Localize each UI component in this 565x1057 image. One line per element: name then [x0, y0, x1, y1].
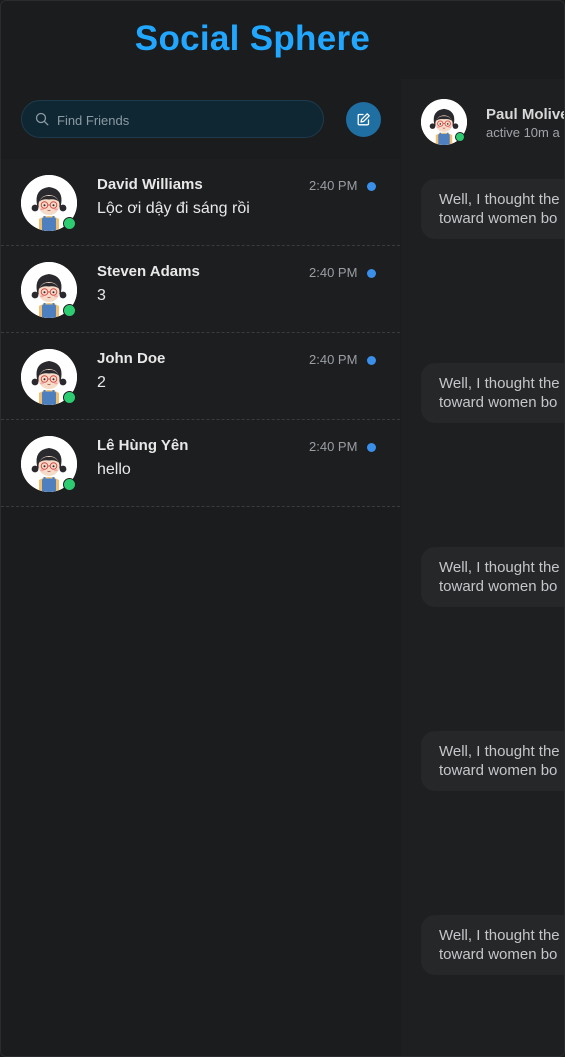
message-bubble: Well, I thought the toward women bo: [421, 915, 564, 975]
online-indicator: [63, 217, 76, 230]
message-time: 2:40 PM: [309, 265, 358, 280]
conversation-item[interactable]: David Williams Lộc ơi dậy đi sáng rồi 2:…: [1, 159, 400, 246]
message-text-line: Well, I thought the: [439, 191, 560, 208]
last-message: Lộc ơi dậy đi sáng rồi: [97, 200, 250, 217]
message-text-line: toward women bo: [439, 210, 558, 227]
conversation-list: David Williams Lộc ơi dậy đi sáng rồi 2:…: [1, 159, 400, 507]
chat-panel: Paul Molive active 10m a Well, I thought…: [401, 79, 565, 1056]
message-text-line: toward women bo: [439, 578, 558, 595]
message-bubble: Well, I thought the toward women bo: [421, 179, 564, 239]
last-message: 2: [97, 374, 106, 391]
compose-button[interactable]: [346, 102, 381, 137]
contact-avatar[interactable]: [21, 349, 77, 405]
message-text-line: Well, I thought the: [439, 743, 560, 760]
message-text-line: Well, I thought the: [439, 375, 560, 392]
online-indicator: [63, 478, 76, 491]
message-time: 2:40 PM: [309, 352, 358, 367]
contact-name: John Doe: [97, 350, 166, 367]
unread-indicator: [367, 269, 376, 278]
chat-contact-avatar[interactable]: [421, 99, 467, 145]
conversation-item[interactable]: Lê Hùng Yên hello 2:40 PM: [1, 420, 400, 507]
contact-avatar[interactable]: [21, 175, 77, 231]
message-text-line: Well, I thought the: [439, 559, 560, 576]
message-text-line: toward women bo: [439, 762, 558, 779]
message-text-line: toward women bo: [439, 394, 558, 411]
contact-avatar[interactable]: [21, 262, 77, 318]
last-message: 3: [97, 287, 106, 304]
message-text-line: Well, I thought the: [439, 927, 560, 944]
unread-indicator: [367, 443, 376, 452]
last-message: hello: [97, 461, 131, 478]
message-time: 2:40 PM: [309, 178, 358, 193]
contact-avatar[interactable]: [21, 436, 77, 492]
app-window: Social Sphere Find Friends David William…: [0, 0, 565, 1057]
message-text-line: toward women bo: [439, 946, 558, 963]
online-indicator: [63, 304, 76, 317]
conversation-item[interactable]: John Doe 2 2:40 PM: [1, 333, 400, 420]
contact-name: Steven Adams: [97, 263, 200, 280]
conversation-sidebar: David Williams Lộc ơi dậy đi sáng rồi 2:…: [1, 79, 400, 1056]
message-bubble: Well, I thought the toward women bo: [421, 363, 564, 423]
online-indicator: [63, 391, 76, 404]
search-icon: [35, 112, 49, 126]
message-time: 2:40 PM: [309, 439, 358, 454]
app-title: Social Sphere: [134, 19, 371, 58]
conversation-item[interactable]: Steven Adams 3 2:40 PM: [1, 246, 400, 333]
message-bubble: Well, I thought the toward women bo: [421, 731, 564, 791]
edit-icon: [357, 113, 370, 126]
unread-indicator: [367, 182, 376, 191]
chat-contact-status: active 10m a: [486, 125, 560, 140]
search-input[interactable]: [55, 101, 319, 139]
search-box[interactable]: [21, 100, 324, 139]
contact-name: David Williams: [97, 176, 203, 193]
unread-indicator: [367, 356, 376, 365]
chat-contact-name: Paul Molive: [486, 106, 565, 123]
contact-name: Lê Hùng Yên: [97, 437, 189, 454]
message-bubble: Well, I thought the toward women bo: [421, 547, 564, 607]
online-indicator: [455, 132, 465, 142]
